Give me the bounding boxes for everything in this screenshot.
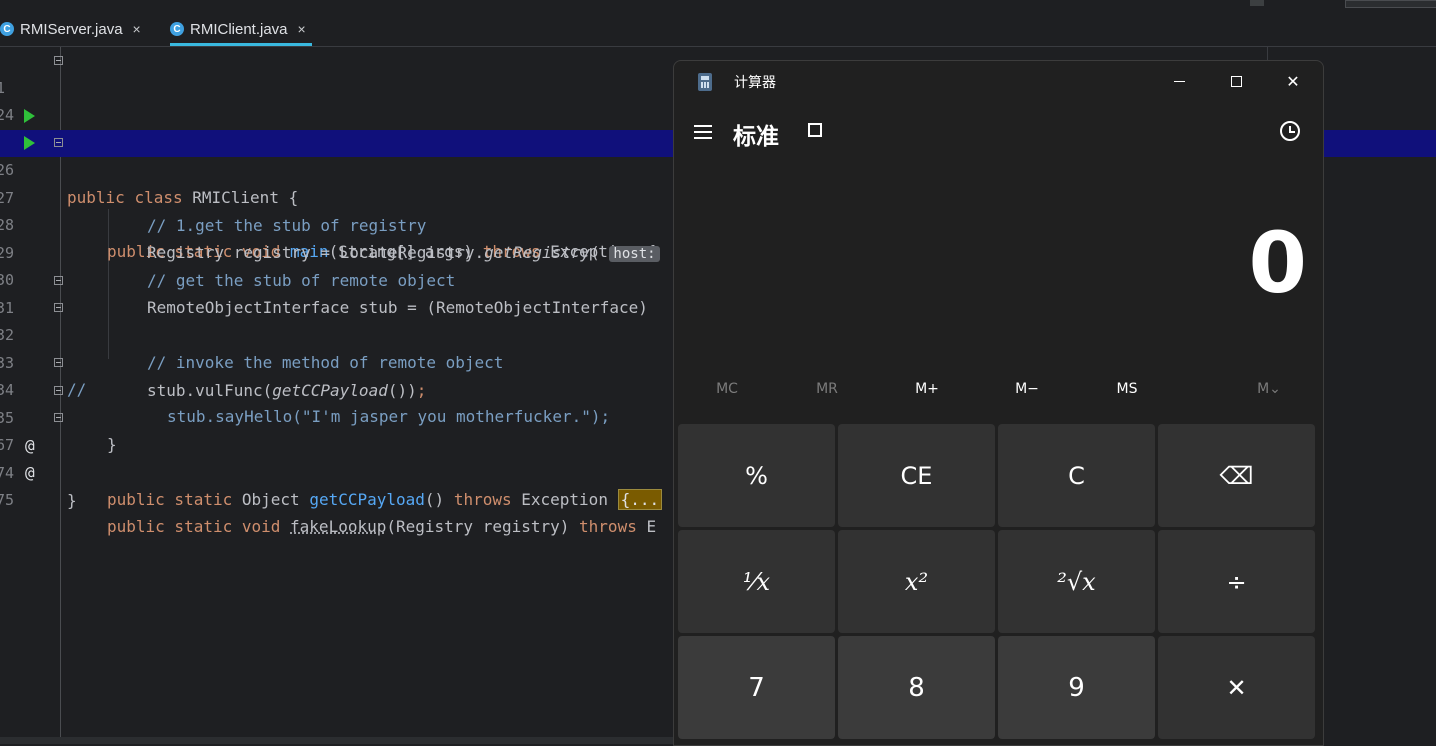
fold-collapse-icon[interactable] xyxy=(54,303,63,312)
multiply-button[interactable]: ✕ xyxy=(1158,636,1315,739)
keep-on-top-icon[interactable] xyxy=(808,123,826,141)
tab-label: RMIClient.java xyxy=(190,20,288,38)
calculator-title: 计算器 xyxy=(734,75,776,91)
memory-recall-button[interactable]: MR xyxy=(787,381,867,397)
run-main-icon[interactable] xyxy=(24,136,35,150)
exception-type: E xyxy=(646,517,657,536)
editor-bottom-bar xyxy=(0,737,673,744)
keyword: public static void xyxy=(107,517,281,536)
code-text: } xyxy=(67,491,77,510)
square-button[interactable]: x² xyxy=(838,530,995,633)
memory-subtract-button[interactable]: M− xyxy=(987,381,1067,397)
tab-label: RMIServer.java xyxy=(20,20,123,38)
fold-expand-icon[interactable] xyxy=(54,56,63,65)
toolbar-fragment xyxy=(1250,0,1264,6)
method-name: getCCPayload xyxy=(309,490,425,509)
calculator-titlebar[interactable]: 计算器 ✕ xyxy=(674,61,1323,103)
toolbar-fragment xyxy=(1345,0,1436,8)
java-class-icon: C xyxy=(170,22,184,36)
square-root-label: ²√x xyxy=(1057,567,1096,596)
fold-expand-icon[interactable] xyxy=(54,386,63,395)
fold-collapse-icon[interactable] xyxy=(54,138,63,147)
mode-row: 标准 xyxy=(674,113,1323,153)
calculator-display: 0 xyxy=(1248,214,1307,312)
calculator-app-icon xyxy=(698,73,712,91)
calculator-window[interactable]: 计算器 ✕ 标准 0 MC MR M+ M− MS M⌄ % CE C ⌫ ⅟x… xyxy=(673,60,1324,746)
mode-title: 标准 xyxy=(733,124,779,150)
tab-close-icon[interactable]: × xyxy=(133,21,141,37)
fold-expand-icon[interactable] xyxy=(54,413,63,422)
clear-button[interactable]: C xyxy=(998,424,1155,527)
memory-list-button[interactable]: M⌄ xyxy=(1229,381,1309,397)
keyword: public static xyxy=(107,490,233,509)
tab-close-icon[interactable]: × xyxy=(298,21,306,37)
keyword: throws xyxy=(453,490,512,509)
memory-add-button[interactable]: M+ xyxy=(887,381,967,397)
keyword: throws xyxy=(579,517,637,536)
digit-7-button[interactable]: 7 xyxy=(678,636,835,739)
memory-clear-button[interactable]: MC xyxy=(687,381,767,397)
memory-store-button[interactable]: MS xyxy=(1087,381,1167,397)
java-class-icon: C xyxy=(0,22,14,36)
params: (Registry registry) xyxy=(386,517,570,536)
reciprocal-button[interactable]: ⅟x xyxy=(678,530,835,633)
history-icon[interactable] xyxy=(1280,121,1300,141)
fold-collapse-icon[interactable] xyxy=(54,276,63,285)
reciprocal-label: ⅟x xyxy=(742,567,771,596)
type: Object xyxy=(241,490,300,509)
run-class-icon[interactable] xyxy=(24,109,35,123)
close-button[interactable]: ✕ xyxy=(1264,61,1322,101)
editor-tab-bar: C RMIServer.java × C RMIClient.java × xyxy=(0,12,1436,47)
hamburger-menu-icon[interactable] xyxy=(694,125,712,139)
square-root-button[interactable]: ²√x xyxy=(998,530,1155,633)
collapsed-method-body[interactable]: {... xyxy=(617,489,663,510)
divide-button[interactable]: ÷ xyxy=(1158,530,1315,633)
maximize-button[interactable] xyxy=(1207,61,1265,101)
digit-8-button[interactable]: 8 xyxy=(838,636,995,739)
percent-button[interactable]: % xyxy=(678,424,835,527)
fold-collapse-icon[interactable] xyxy=(54,358,63,367)
clear-entry-button[interactable]: CE xyxy=(838,424,995,527)
minimize-button[interactable] xyxy=(1150,61,1208,101)
memory-row: MC MR M+ M− MS M⌄ xyxy=(674,373,1323,407)
tab-rmiclient[interactable]: C RMIClient.java × xyxy=(170,12,312,46)
square-label: x² xyxy=(904,567,929,596)
exception-type: Exception xyxy=(521,490,608,509)
line-number: 75 xyxy=(0,491,15,509)
digit-9-button[interactable]: 9 xyxy=(998,636,1155,739)
backspace-button[interactable]: ⌫ xyxy=(1158,424,1315,527)
params: () xyxy=(424,490,445,509)
tab-rmiserver[interactable]: C RMIServer.java × xyxy=(0,12,141,46)
method-name: fakeLookup xyxy=(290,517,387,536)
